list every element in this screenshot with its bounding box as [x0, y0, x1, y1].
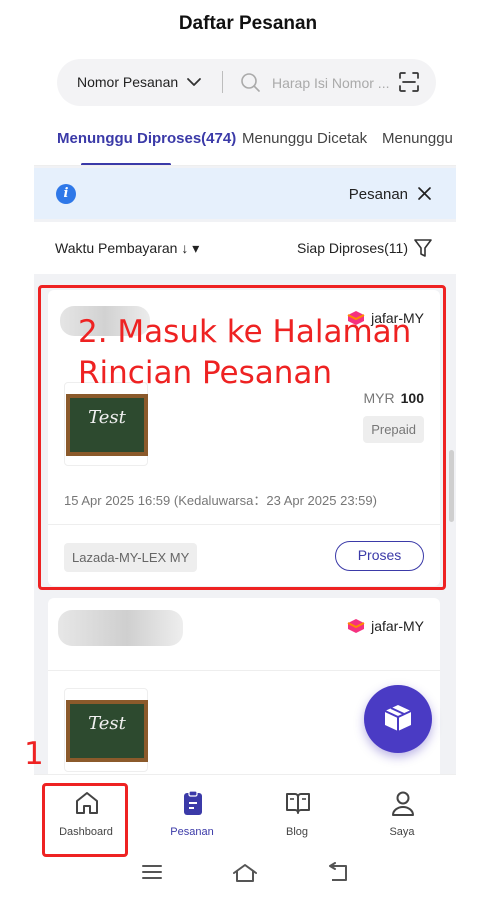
- search-type-selector[interactable]: Nomor Pesanan: [77, 74, 178, 90]
- back-icon[interactable]: [326, 862, 350, 884]
- nav-pesanan[interactable]: Pesanan: [142, 775, 242, 847]
- home-nav-icon[interactable]: [231, 862, 259, 884]
- search-bar: Nomor Pesanan Harap Isi Nomor ...: [57, 59, 436, 106]
- page-title: Daftar Pesanan: [178, 13, 318, 34]
- person-icon: [392, 791, 414, 816]
- banner-label: Pesanan: [348, 186, 408, 203]
- product-image-text: Test: [70, 704, 144, 758]
- annotation-step-2: 2. Masuk ke Halaman Rincian Pesanan: [78, 314, 412, 391]
- status-filter-label[interactable]: Siap Diproses(11): [297, 240, 408, 256]
- nav-saya[interactable]: Saya: [352, 775, 452, 847]
- nav-label: Pesanan: [170, 826, 214, 838]
- menu-icon[interactable]: [141, 862, 163, 882]
- nav-label: Saya: [389, 826, 415, 838]
- search-input[interactable]: Harap Isi Nomor ...: [272, 75, 389, 91]
- floating-action-button[interactable]: [364, 685, 432, 753]
- filter-icon[interactable]: [413, 237, 433, 259]
- tab-menunggu-dicetak[interactable]: Menunggu Dicetak: [242, 130, 367, 147]
- package-icon: [384, 705, 412, 731]
- info-icon: i: [56, 184, 76, 204]
- product-image: Test: [66, 700, 148, 762]
- product-thumbnail[interactable]: Test: [64, 688, 148, 772]
- shop-name-text: jafar-MY: [371, 618, 424, 634]
- annotation-step-1: 1: [24, 736, 44, 772]
- tab-menunggu-diproses[interactable]: Menunggu Diproses(474): [57, 130, 236, 147]
- top-header: Daftar Pesanan: [0, 0, 496, 50]
- status-tabs: Menunggu Diproses(474) Menunggu Dicetak …: [34, 118, 456, 166]
- filter-bar: Waktu Pembayaran ↓ ▾ Siap Diproses(11): [34, 222, 456, 274]
- scan-icon[interactable]: [398, 71, 420, 93]
- tab-menunggu[interactable]: Menunggu: [382, 130, 453, 147]
- customer-name-blurred: [58, 610, 183, 646]
- scrollbar[interactable]: [449, 450, 454, 522]
- lazada-logo-icon: [347, 619, 365, 633]
- info-banner: i Pesanan: [34, 168, 456, 219]
- search-icon: [241, 73, 260, 92]
- sort-selector[interactable]: Waktu Pembayaran ↓ ▾: [55, 240, 199, 257]
- close-icon[interactable]: [417, 186, 432, 201]
- shop-name: jafar-MY: [347, 618, 424, 634]
- chevron-down-icon[interactable]: [185, 73, 203, 91]
- clipboard-icon: [184, 790, 202, 815]
- card-divider: [48, 670, 440, 671]
- book-icon: [286, 793, 310, 814]
- nav-label: Blog: [285, 826, 309, 838]
- search-divider: [222, 71, 223, 93]
- annotation-highlight-dashboard: [42, 783, 128, 857]
- nav-blog[interactable]: Blog: [247, 775, 347, 847]
